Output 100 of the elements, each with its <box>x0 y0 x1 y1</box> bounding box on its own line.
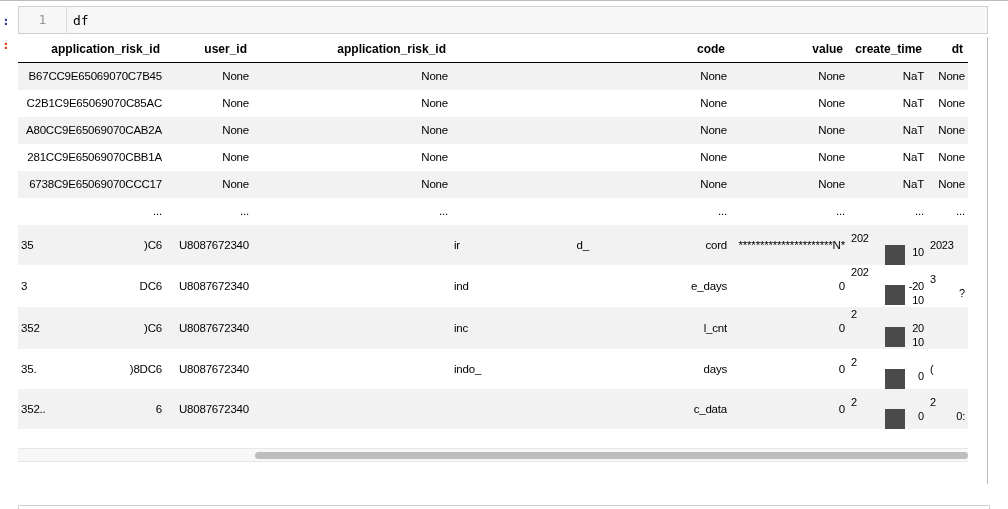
cell-fragment: U8087672340 <box>178 402 249 415</box>
table-cell: ... <box>730 197 848 225</box>
cell-fragment: 202 <box>851 264 869 279</box>
cell-fragment: c_data <box>693 402 727 415</box>
cell-fragment: 10 <box>912 244 924 259</box>
table-cell: ... <box>927 197 968 225</box>
table-cell: None <box>451 89 730 117</box>
table-cell: None <box>252 89 451 117</box>
table-cell: None <box>252 170 451 198</box>
cell-fragment: cord <box>705 238 727 251</box>
cell-fragment: 10 <box>912 292 924 307</box>
line-number: 1 <box>19 7 67 33</box>
table-cell: None <box>451 62 730 90</box>
cell-fragment: indo_ <box>454 362 482 375</box>
table-cell: None <box>730 116 848 144</box>
cell-fragment: U8087672340 <box>178 279 249 292</box>
redaction-mark <box>885 408 905 429</box>
table-cell: None <box>927 62 968 90</box>
redaction-mark <box>885 368 905 389</box>
cell-fragment: 20 <box>912 320 924 335</box>
input-prompt: : <box>1 12 11 28</box>
table-cell: None <box>730 143 848 171</box>
table-cell: None <box>252 116 451 144</box>
column-header: create_time <box>848 37 927 63</box>
table-cell: A80CC9E65069070CAB2A <box>18 116 165 144</box>
column-header: application_risk_id <box>18 37 165 63</box>
table-cell: ... <box>165 197 252 225</box>
cell-fragment: 352 <box>21 321 40 334</box>
cell-fragment: 202 <box>851 230 869 245</box>
table-cell: None <box>165 62 252 90</box>
cell-fragment: 0 <box>918 408 924 423</box>
cell-fragment: U8087672340 <box>178 321 249 334</box>
code-editor[interactable]: 1 df <box>18 6 988 34</box>
code-text: df <box>72 12 89 28</box>
table-cell: None <box>165 143 252 171</box>
cell-fragment: U8087672340 <box>178 238 249 251</box>
table-cell: None <box>165 170 252 198</box>
table-cell: None <box>927 116 968 144</box>
column-header: user_id <box>165 37 252 63</box>
table-cell: C2B1C9E65069070C85AC <box>18 89 165 117</box>
table-cell: NaT <box>848 62 927 90</box>
table-cell: None <box>927 89 968 117</box>
table-cell: NaT <box>848 143 927 171</box>
table-cell: None <box>927 143 968 171</box>
cell-fragment: l_cnt <box>703 321 727 334</box>
table-cell: NaT <box>848 89 927 117</box>
cell-fragment: 0 <box>838 279 845 292</box>
table-cell: NaT <box>848 170 927 198</box>
cell-fragment: -20 <box>908 278 924 293</box>
cell-fragment: 0 <box>838 362 845 375</box>
table-cell: None <box>730 89 848 117</box>
cell-fragment: 0: <box>956 408 965 423</box>
cell-fragment: ir <box>454 238 460 251</box>
cell-fragment: 2 <box>851 306 857 321</box>
table-cell: None <box>451 143 730 171</box>
column-header: dt <box>927 37 968 63</box>
table-cell: ... <box>848 197 927 225</box>
table-cell: None <box>730 62 848 90</box>
table-cell: None <box>165 89 252 117</box>
cell-fragment: )C6 <box>144 238 162 251</box>
table-cell: B67CC9E65069070C7B45 <box>18 62 165 90</box>
table-cell: ... <box>18 197 165 225</box>
cell-fragment: 3 <box>21 279 28 292</box>
cell-fragment: 352.. <box>21 402 46 415</box>
cell-fragment: days <box>703 362 727 375</box>
cell-fragment: 3 <box>930 271 936 286</box>
cell-fragment: ind <box>454 279 469 292</box>
scrollbar-thumb[interactable] <box>255 451 968 459</box>
table-cell: 6738C9E65069070CCC17 <box>18 170 165 198</box>
cell-fragment: 2023 <box>930 237 954 252</box>
cell-fragment: d_ <box>576 238 589 251</box>
cell-fragment: 0 <box>838 402 845 415</box>
table-cell: None <box>252 62 451 90</box>
table-cell: 281CC9E65069070CBB1A <box>18 143 165 171</box>
cell-fragment: 6 <box>155 402 162 415</box>
cell-fragment: **********************N* <box>738 238 845 251</box>
table-cell: None <box>252 143 451 171</box>
cell-fragment: U8087672340 <box>178 362 249 375</box>
redaction-mark <box>885 284 905 305</box>
cell-fragment: 10 <box>912 334 924 349</box>
redaction-mark <box>885 326 905 347</box>
cell-fragment: ( <box>930 361 934 376</box>
cell-fragment: )8DC6 <box>129 362 162 375</box>
cell-fragment: 0 <box>838 321 845 334</box>
table-cell: None <box>451 170 730 198</box>
table-cell: None <box>451 116 730 144</box>
table-cell: None <box>165 116 252 144</box>
cell-fragment: DC6 <box>139 279 162 292</box>
table-cell: None <box>730 170 848 198</box>
cell-fragment: 35 <box>21 238 34 251</box>
column-header: application_risk_id <box>252 37 451 63</box>
column-header: value <box>730 37 848 63</box>
table-cell: None <box>927 170 968 198</box>
horizontal-scrollbar[interactable] <box>18 448 968 462</box>
cell-fragment: 2 <box>851 354 857 369</box>
redaction-mark <box>885 244 905 265</box>
cell-fragment: 0 <box>918 368 924 383</box>
table-cell: NaT <box>848 116 927 144</box>
table-cell: ... <box>252 197 451 225</box>
cell-fragment: 35. <box>21 362 37 375</box>
